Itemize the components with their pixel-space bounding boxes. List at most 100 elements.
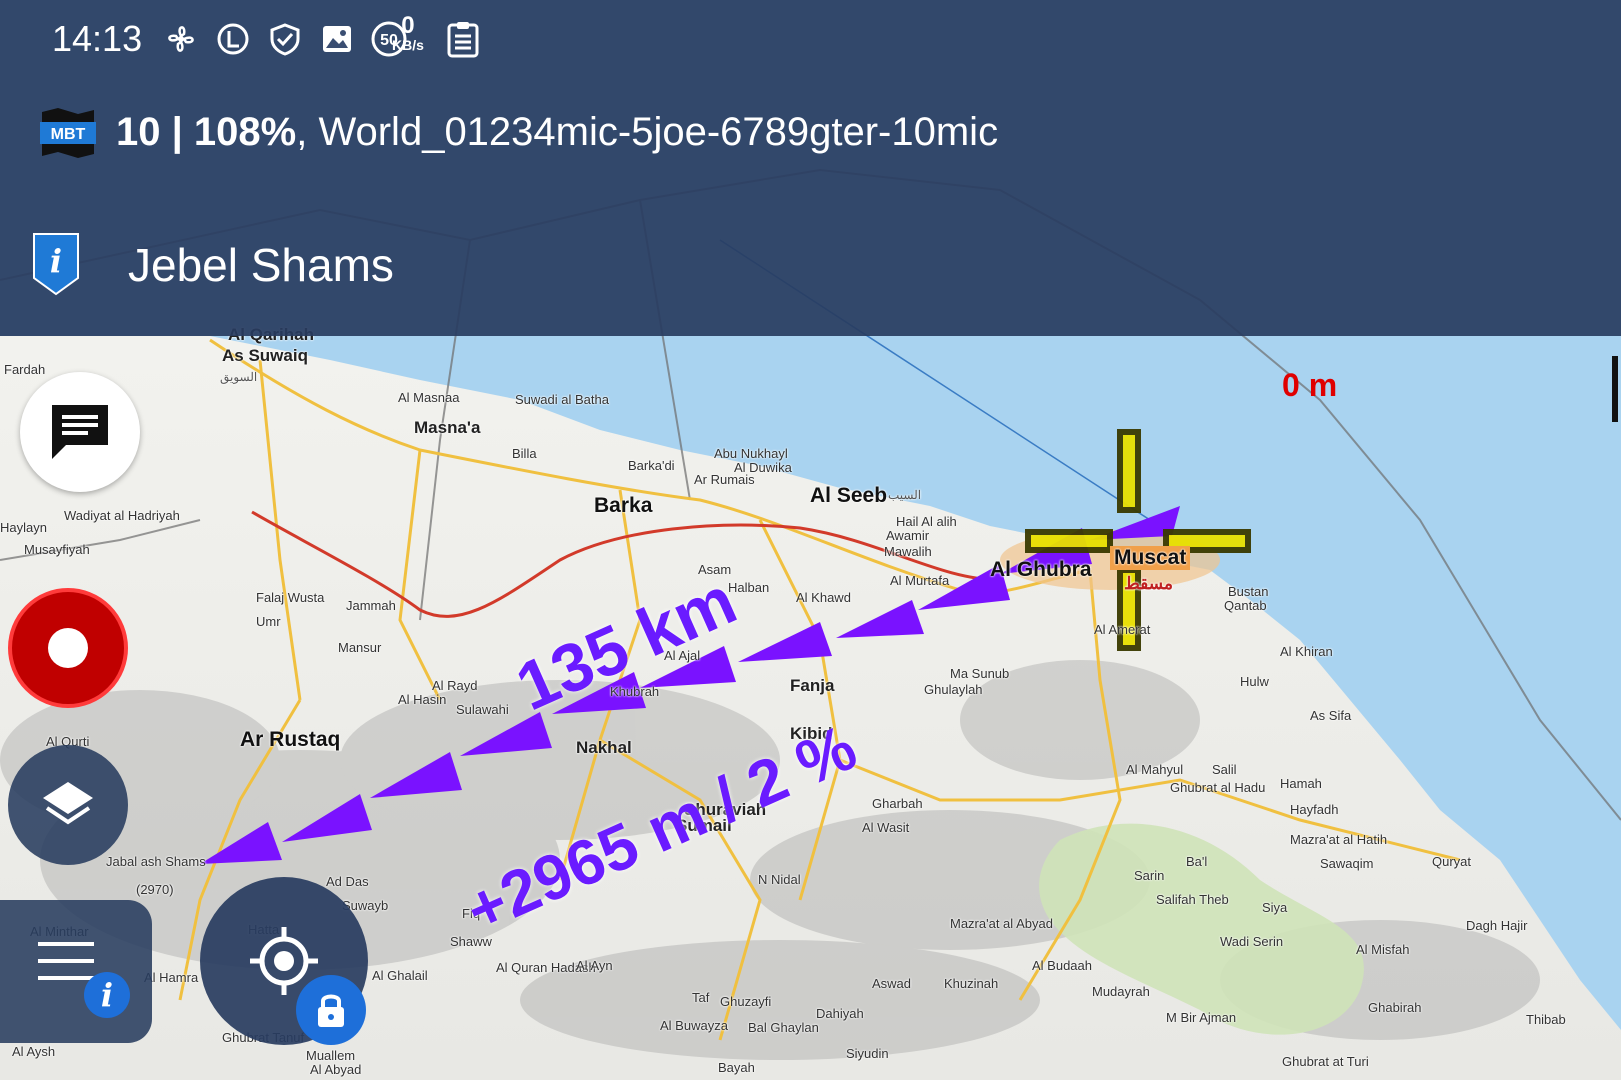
place-label[interactable]: Ghabirah bbox=[1368, 1000, 1421, 1015]
place-label[interactable]: Ghubrat at Turi bbox=[1282, 1054, 1369, 1069]
place-label[interactable]: Billa bbox=[512, 446, 537, 461]
place-label[interactable]: Bal Ghaylan bbox=[748, 1020, 819, 1035]
place-label[interactable]: Al Buwayza bbox=[660, 1018, 728, 1033]
place-label[interactable]: Umr bbox=[256, 614, 281, 629]
info-title[interactable]: Jebel Shams bbox=[128, 238, 394, 292]
place-label[interactable]: Al Hamra bbox=[144, 970, 198, 985]
place-label[interactable]: Wadiyat al Hadriyah bbox=[64, 508, 180, 523]
place-label[interactable]: Mansur bbox=[338, 640, 381, 655]
place-label[interactable]: Salifah Theb bbox=[1156, 892, 1229, 907]
place-label[interactable]: Quryat bbox=[1432, 854, 1471, 869]
place-label[interactable]: Sarin bbox=[1134, 868, 1164, 883]
city-label-muscat[interactable]: Muscat bbox=[1110, 546, 1191, 570]
place-label[interactable]: السويق bbox=[220, 370, 257, 384]
place-label[interactable]: Ghuzayfi bbox=[720, 994, 771, 1009]
place-label[interactable]: Hulw bbox=[1240, 674, 1269, 689]
place-label[interactable]: Sulawahi bbox=[456, 702, 509, 717]
place-label[interactable]: Al Masnaa bbox=[398, 390, 459, 405]
place-label[interactable]: Suwadi al Batha bbox=[515, 392, 609, 407]
place-label[interactable]: Musayfiyah bbox=[24, 542, 90, 557]
place-label[interactable]: Gharbah bbox=[872, 796, 923, 811]
place-label[interactable]: Al Amerat bbox=[1094, 622, 1150, 637]
place-label[interactable]: Ar Rustaq bbox=[240, 728, 340, 752]
place-label[interactable]: As Sifa bbox=[1310, 708, 1351, 723]
place-label[interactable]: N Nidal bbox=[758, 872, 801, 887]
place-label[interactable]: السيب bbox=[888, 488, 921, 502]
place-label[interactable]: Muallem bbox=[306, 1048, 355, 1063]
place-label[interactable]: Bayah bbox=[718, 1060, 755, 1075]
place-label[interactable]: Mudayrah bbox=[1092, 984, 1150, 999]
place-label[interactable]: Al Rayd bbox=[432, 678, 478, 693]
layers-button[interactable] bbox=[8, 745, 128, 865]
scale-percent: 108% bbox=[193, 110, 297, 154]
place-label[interactable]: Jammah bbox=[346, 598, 396, 613]
place-label[interactable]: Taf bbox=[692, 990, 709, 1005]
edge-handle[interactable] bbox=[1612, 356, 1618, 422]
menu-info-badge[interactable]: i bbox=[84, 972, 130, 1018]
place-label[interactable]: Al Hasin bbox=[398, 692, 446, 707]
place-label[interactable]: Qantab bbox=[1224, 598, 1267, 613]
place-label[interactable]: Hamah bbox=[1280, 776, 1322, 791]
place-label[interactable]: Jabal ash Shams bbox=[106, 854, 206, 869]
place-label[interactable]: Mawalih bbox=[884, 544, 932, 559]
place-label[interactable]: Al Aysh bbox=[12, 1044, 55, 1059]
place-label[interactable]: Khuzinah bbox=[944, 976, 998, 991]
place-label[interactable]: Sawaqim bbox=[1320, 856, 1373, 871]
place-label[interactable]: Salil bbox=[1212, 762, 1237, 777]
menu-button[interactable] bbox=[0, 900, 152, 1043]
place-label[interactable]: Abu Nukhayl bbox=[714, 446, 788, 461]
place-label[interactable]: Siyudin bbox=[846, 1046, 889, 1061]
place-label[interactable]: Ma Sunub bbox=[950, 666, 1009, 681]
place-label[interactable]: Al Misfah bbox=[1356, 942, 1409, 957]
status-time: 14:13 bbox=[52, 18, 143, 59]
place-label[interactable]: Fardah bbox=[4, 362, 45, 377]
place-label[interactable]: Thibab bbox=[1526, 1012, 1566, 1027]
place-label[interactable]: Barka bbox=[594, 494, 652, 518]
place-label[interactable]: Barka'di bbox=[628, 458, 675, 473]
place-label[interactable]: Hail Al alih bbox=[896, 514, 957, 529]
place-label[interactable]: Ad Das bbox=[326, 874, 369, 889]
place-label[interactable]: Dahiyah bbox=[816, 1006, 864, 1021]
place-label[interactable]: (2970) bbox=[136, 882, 174, 897]
place-label[interactable]: Al Budaah bbox=[1032, 958, 1092, 973]
place-label[interactable]: Falaj Wusta bbox=[256, 590, 324, 605]
place-label[interactable]: Nakhal bbox=[576, 738, 632, 758]
place-label[interactable]: Wadi Serin bbox=[1220, 934, 1283, 949]
place-label[interactable]: Al Wasit bbox=[862, 820, 909, 835]
place-label[interactable]: Aswad bbox=[872, 976, 911, 991]
lock-button[interactable] bbox=[296, 975, 366, 1045]
place-label[interactable]: Ar Rumais bbox=[694, 472, 755, 487]
place-label[interactable]: Ba'l bbox=[1186, 854, 1207, 869]
record-button[interactable] bbox=[8, 588, 128, 708]
place-label[interactable]: Masna'a bbox=[414, 418, 480, 438]
place-label[interactable]: Al Khawd bbox=[796, 590, 851, 605]
place-label[interactable]: Al Ghalail bbox=[372, 968, 428, 983]
place-label[interactable]: Halban bbox=[728, 580, 769, 595]
place-label[interactable]: Dagh Hajir bbox=[1466, 918, 1527, 933]
place-label[interactable]: As Suwaiq bbox=[222, 346, 308, 366]
chat-button[interactable] bbox=[20, 372, 140, 492]
place-label[interactable]: Bustan bbox=[1228, 584, 1268, 599]
info-marker-icon[interactable]: i bbox=[30, 232, 82, 296]
city-label-al-ghubra[interactable]: Al Ghubra bbox=[990, 558, 1092, 582]
place-label[interactable]: Hayfadh bbox=[1290, 802, 1338, 817]
place-label[interactable]: M Bir Ajman bbox=[1166, 1010, 1236, 1025]
place-label[interactable]: Ghulaylah bbox=[924, 682, 983, 697]
place-label[interactable]: Mazra'at al Hatih bbox=[1290, 832, 1387, 847]
map-file-name: , World_01234mic-5joe-6789gter-10mic bbox=[296, 110, 999, 154]
place-label[interactable]: Haylayn bbox=[0, 520, 47, 535]
place-label[interactable]: Fanja bbox=[790, 676, 834, 696]
place-label[interactable]: Al Murtafa bbox=[890, 573, 949, 588]
place-label[interactable]: Awamir bbox=[886, 528, 929, 543]
place-label[interactable]: Al Seeb bbox=[810, 484, 887, 508]
place-label[interactable]: Mazra'at al Abyad bbox=[950, 916, 1053, 931]
place-label[interactable]: Al Mahyul bbox=[1126, 762, 1183, 777]
status-icons: 50 bbox=[162, 14, 408, 64]
lock-icon bbox=[318, 994, 344, 1027]
place-label[interactable]: Al Abyad bbox=[310, 1062, 361, 1077]
place-label[interactable]: Ghubrat al Hadu bbox=[1170, 780, 1265, 795]
place-label[interactable]: Al Khiran bbox=[1280, 644, 1333, 659]
place-label[interactable]: Siya bbox=[1262, 900, 1287, 915]
place-label[interactable]: Al Ayn bbox=[576, 958, 613, 973]
mbt-map-icon[interactable]: MBT bbox=[40, 106, 96, 160]
